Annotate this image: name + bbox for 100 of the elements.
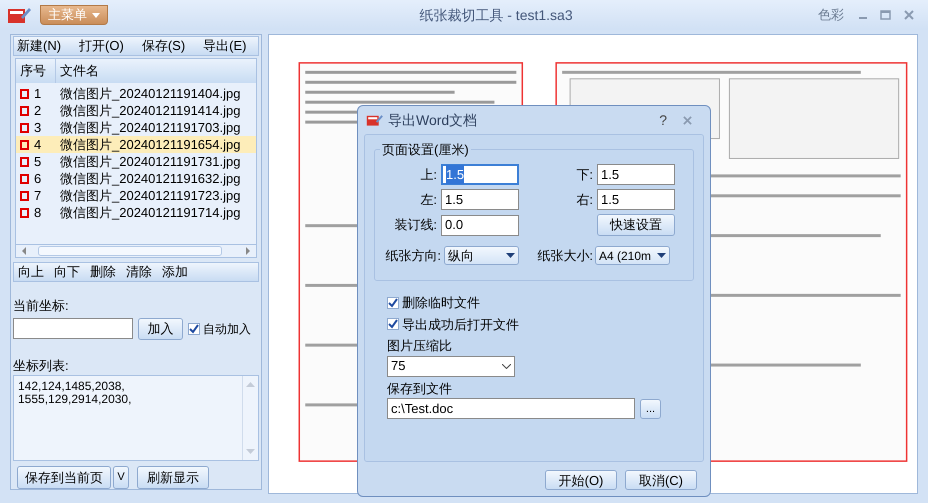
margin-field[interactable]: 1.5: [597, 164, 675, 185]
checkbox[interactable]: [20, 208, 29, 218]
file-row[interactable]: 6 微信图片_20240121191632.jpg: [16, 170, 256, 187]
margin-field[interactable]: 1.5: [441, 189, 519, 210]
theme-menu[interactable]: 色彩: [818, 5, 844, 25]
orientation-dropdown[interactable]: 纵向: [444, 246, 519, 266]
file-name: 微信图片_20240121191731.jpg: [59, 152, 240, 171]
scroll-right-icon[interactable]: [244, 247, 252, 256]
file-name: 微信图片_20240121191404.jpg: [59, 84, 240, 103]
dropdown-value: 纵向: [448, 247, 475, 265]
field-label: 左:: [419, 190, 437, 209]
chevron-down-icon: [502, 364, 511, 368]
refresh-button[interactable]: 刷新显示: [137, 466, 209, 490]
checkbox-label: 删除临时文件: [402, 294, 480, 312]
help-button[interactable]: ?: [659, 110, 667, 130]
add-button[interactable]: 加入: [138, 318, 183, 340]
row-number: 1: [34, 84, 42, 103]
coordinate-text: 142,124,1485,2038, 1555,129,2914,2030,: [17, 378, 132, 408]
action-item[interactable]: 删除: [90, 262, 116, 282]
dropdown-arrow-icon: [506, 253, 515, 258]
row-number: 4: [34, 136, 42, 154]
field-label: 当前坐标:: [13, 297, 70, 315]
scroll-left-icon[interactable]: [20, 247, 28, 256]
file-name: 微信图片_20240121191414.jpg: [59, 102, 240, 120]
margin-field[interactable]: 0.0: [441, 214, 519, 236]
file-row[interactable]: 5 微信图片_20240121191731.jpg: [16, 153, 256, 170]
action-item[interactable]: 向下: [54, 262, 80, 282]
quick-setup-button[interactable]: 快速设置: [597, 214, 675, 236]
row-number: 2: [34, 102, 42, 120]
checkbox[interactable]: [20, 106, 29, 116]
coordinate-field[interactable]: [13, 318, 133, 339]
checkbox[interactable]: [20, 140, 29, 150]
file-row[interactable]: 4 微信图片_20240121191654.jpg: [16, 136, 256, 153]
field-value: 0.0: [445, 216, 464, 234]
app-logo-icon: [366, 113, 383, 127]
close-icon[interactable]: [904, 10, 914, 20]
checkbox-label: 导出成功后打开文件: [402, 316, 519, 334]
field-value: 1.5: [446, 164, 464, 184]
checkbox[interactable]: [20, 174, 29, 184]
toolbar-item[interactable]: 新建(N): [17, 36, 62, 56]
combo-value: 75: [391, 357, 406, 376]
dropdown-button[interactable]: V: [113, 466, 129, 490]
start-button[interactable]: 开始(O): [545, 470, 617, 490]
margin-field[interactable]: 1.5: [441, 164, 519, 185]
row-number: 3: [34, 118, 42, 137]
field-label: 纸张方向:: [384, 247, 441, 265]
field-label: 坐标列表:: [13, 356, 70, 374]
action-item[interactable]: 添加: [162, 262, 188, 282]
file-row[interactable]: 1 微信图片_20240121191404.jpg: [16, 85, 256, 102]
field-label: 装订线:: [393, 216, 437, 234]
compression-combo[interactable]: 75: [387, 356, 515, 376]
caret-icon: [92, 12, 100, 18]
row-number: 7: [34, 186, 42, 205]
scrollbar-thumb[interactable]: [38, 246, 222, 256]
action-item[interactable]: 清除: [126, 262, 152, 282]
dialog-title: 导出Word文档: [388, 110, 478, 130]
file-name: 微信图片_20240121191654.jpg: [59, 136, 240, 154]
action-item[interactable]: 向上: [18, 262, 44, 282]
field-label: 纸张大小:: [536, 247, 593, 265]
row-number: 6: [34, 170, 42, 188]
field-label: 右:: [575, 190, 593, 209]
row-number: 5: [34, 152, 42, 171]
checkbox[interactable]: [20, 190, 29, 200]
checkbox[interactable]: [20, 122, 29, 132]
file-name: 微信图片_20240121191723.jpg: [59, 186, 240, 205]
dropdown-arrow-icon: [657, 253, 666, 258]
field-label: 图片压缩比: [387, 337, 453, 355]
checkbox[interactable]: [387, 318, 399, 330]
app-logo-icon: [7, 5, 31, 25]
toolbar-item[interactable]: 导出(E): [203, 36, 247, 56]
file-row[interactable]: 8 微信图片_20240121191714.jpg: [16, 204, 256, 221]
file-path-field[interactable]: c:\Test.doc: [387, 398, 635, 419]
file-row[interactable]: 7 微信图片_20240121191723.jpg: [16, 187, 256, 204]
checkbox-label: 自动加入: [203, 320, 251, 338]
field-label: 保存到文件: [387, 380, 453, 398]
field-value: 1.5: [601, 190, 620, 209]
group-title: 页面设置(厘米): [380, 140, 471, 160]
file-row[interactable]: 2 微信图片_20240121191414.jpg: [16, 102, 256, 119]
file-row[interactable]: 3 微信图片_20240121191703.jpg: [16, 119, 256, 136]
window-title: 纸张裁切工具 - test1.sa3: [418, 6, 574, 24]
paper-size-dropdown[interactable]: A4 (210m: [595, 246, 670, 266]
file-name: 微信图片_20240121191632.jpg: [59, 170, 240, 188]
row-number: 8: [34, 204, 42, 222]
browse-button[interactable]: ...: [640, 398, 661, 418]
toolbar-item[interactable]: 保存(S): [142, 36, 186, 56]
column-header[interactable]: 序号: [16, 59, 56, 83]
field-value: 1.5: [445, 190, 464, 209]
toolbar-item[interactable]: 打开(O): [79, 36, 124, 56]
file-name: 微信图片_20240121191703.jpg: [59, 118, 240, 137]
margin-field[interactable]: 1.5: [597, 189, 675, 210]
cancel-button[interactable]: 取消(C): [625, 470, 697, 490]
checkbox[interactable]: [387, 296, 399, 309]
checkbox[interactable]: [20, 156, 29, 166]
checkbox[interactable]: [188, 322, 200, 334]
save-page-button[interactable]: 保存到当前页: [17, 466, 111, 490]
column-header[interactable]: 文件名: [56, 59, 256, 83]
field-label: 上:: [419, 166, 437, 184]
checkbox[interactable]: [20, 88, 29, 98]
dropdown-value: A4 (210m: [599, 248, 652, 265]
maximize-icon[interactable]: [880, 10, 891, 20]
